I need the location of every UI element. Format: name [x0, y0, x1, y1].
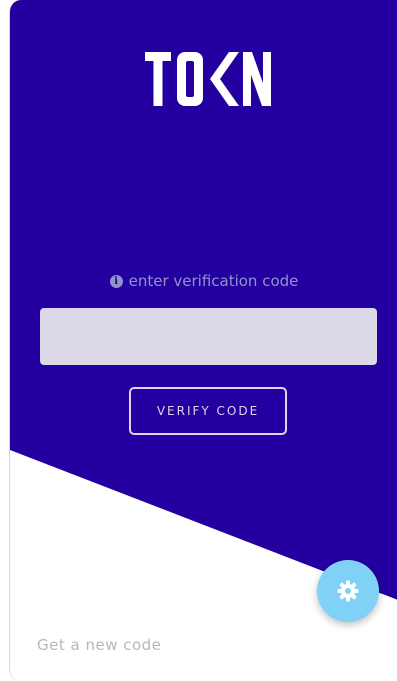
verify-code-button[interactable]: VERIFY CODE: [129, 387, 287, 435]
verification-code-input[interactable]: [40, 308, 377, 365]
verification-card: i enter verification code VERIFY CODE Ge…: [9, 0, 397, 681]
gear-icon: [337, 580, 359, 602]
tokn-logo: [145, 52, 271, 106]
info-circle-icon: i: [109, 274, 123, 288]
hint-text: enter verification code: [128, 272, 299, 290]
get-new-code-link[interactable]: Get a new code: [37, 636, 161, 654]
verification-hint: i enter verification code: [10, 270, 397, 292]
settings-button[interactable]: [317, 560, 379, 622]
verification-screen: i enter verification code VERIFY CODE Ge…: [0, 0, 397, 681]
